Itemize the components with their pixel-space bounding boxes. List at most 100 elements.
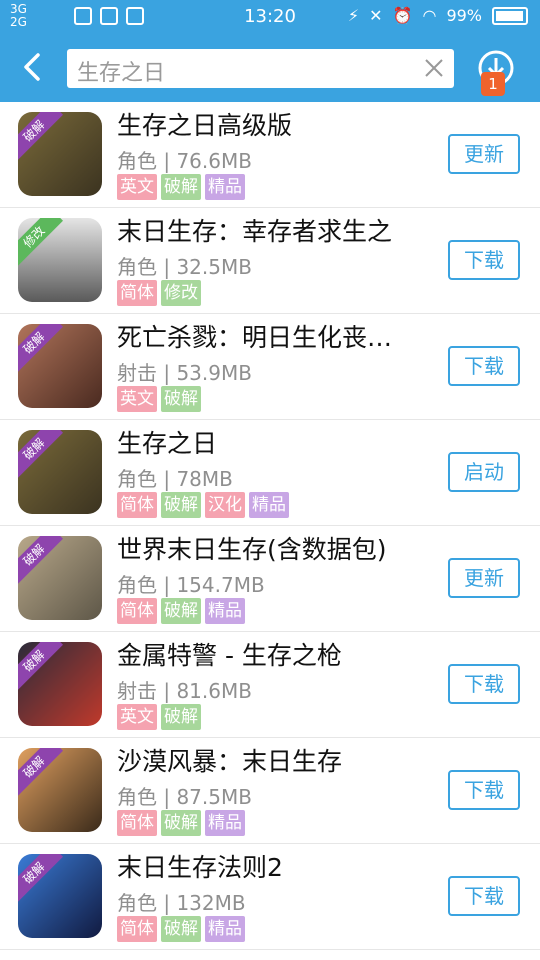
app-meta: 射击 | 53.9MB <box>117 357 252 386</box>
app-meta: 角色 | 32.5MB <box>117 251 252 280</box>
app-size: 132MB <box>176 891 246 915</box>
app-action-button[interactable]: 下载 <box>448 346 520 386</box>
ribbon-badge: 破解 <box>18 324 63 372</box>
app-size: 78MB <box>176 467 233 491</box>
ribbon-badge: 修改 <box>18 218 63 266</box>
app-name: 生存之日 <box>117 429 218 458</box>
meta-separator: | <box>157 149 177 173</box>
app-icon[interactable]: 破解 <box>18 324 102 408</box>
tag-badge: 简体 <box>117 810 157 836</box>
app-name: 死亡杀戮：明日生化丧… <box>117 323 393 352</box>
ribbon-badge: 破解 <box>18 112 63 160</box>
app-category: 射击 <box>117 361 157 385</box>
app-name: 金属特警 - 生存之枪 <box>117 641 342 670</box>
battery-percent: 99% <box>446 6 482 25</box>
mute-icon: ✕ <box>369 6 383 25</box>
app-icon[interactable]: 破解 <box>18 536 102 620</box>
app-list: 破解 生存之日高级版 角色 | 76.6MB 英文 破解 精品 更新 修改 末日生存：幸存者求生… <box>0 102 540 950</box>
tag-badge: 修改 <box>161 280 201 306</box>
app-category: 射击 <box>117 679 157 703</box>
ribbon-badge: 破解 <box>18 536 63 584</box>
meta-separator: | <box>157 891 177 915</box>
download-count-badge: 1 <box>481 72 505 96</box>
list-item[interactable]: 破解 世界末日生存(含数据包) 角色 | 154.7MB 简体 破解 精品 更新 <box>0 526 540 632</box>
app-action-button[interactable]: 更新 <box>448 558 520 598</box>
app-size: 76.6MB <box>176 149 252 173</box>
app-name: 末日生存法则2 <box>117 853 283 882</box>
search-input-text: 生存之日 <box>77 61 166 86</box>
tag-badge: 破解 <box>161 386 201 412</box>
tag-badge: 破解 <box>161 704 201 730</box>
app-size: 87.5MB <box>176 785 252 809</box>
app-icon[interactable]: 破解 <box>18 430 102 514</box>
app-icon[interactable]: 破解 <box>18 112 102 196</box>
tag-badge: 简体 <box>117 598 157 624</box>
app-action-button[interactable]: 下载 <box>448 876 520 916</box>
app-name: 末日生存：幸存者求生之 <box>117 217 393 246</box>
tag-badge: 破解 <box>161 916 201 942</box>
app-action-button[interactable]: 更新 <box>448 134 520 174</box>
app-category: 角色 <box>117 891 157 915</box>
search-header: 生存之日 1 <box>0 34 540 102</box>
ribbon-badge: 破解 <box>18 854 63 902</box>
meta-separator: | <box>157 573 177 597</box>
tag-badge: 破解 <box>161 598 201 624</box>
tag-badge: 英文 <box>117 386 157 412</box>
app-meta: 角色 | 132MB <box>117 887 246 916</box>
app-size: 53.9MB <box>176 361 252 385</box>
app-meta: 角色 | 87.5MB <box>117 781 252 810</box>
ribbon-badge: 破解 <box>18 642 63 690</box>
back-arrow-icon[interactable] <box>16 50 50 84</box>
wifi-icon: ◠ <box>422 6 437 25</box>
tag-badge: 精品 <box>205 598 245 624</box>
app-meta: 角色 | 78MB <box>117 463 233 492</box>
app-action-button[interactable]: 下载 <box>448 664 520 704</box>
tag-badge: 英文 <box>117 704 157 730</box>
app-meta: 角色 | 154.7MB <box>117 569 265 598</box>
clear-icon[interactable] <box>424 58 444 78</box>
app-tags: 简体 破解 汉化 精品 <box>117 492 289 518</box>
app-tags: 简体 破解 精品 <box>117 916 245 942</box>
app-name: 沙漠风暴：末日生存 <box>117 747 343 776</box>
app-category: 角色 <box>117 149 157 173</box>
alarm-icon: ⏰ <box>392 6 413 25</box>
app-icon[interactable]: 破解 <box>18 748 102 832</box>
app-tags: 简体 破解 精品 <box>117 810 245 836</box>
list-item[interactable]: 破解 生存之日高级版 角色 | 76.6MB 英文 破解 精品 更新 <box>0 102 540 208</box>
app-icon[interactable]: 破解 <box>18 854 102 938</box>
search-input[interactable]: 生存之日 <box>67 49 454 88</box>
tag-badge: 简体 <box>117 280 157 306</box>
ribbon-badge: 破解 <box>18 430 63 478</box>
list-item[interactable]: 破解 沙漠风暴：末日生存 角色 | 87.5MB 简体 破解 精品 下载 <box>0 738 540 844</box>
tag-badge: 简体 <box>117 492 157 518</box>
app-action-button[interactable]: 下载 <box>448 770 520 810</box>
ribbon-badge: 破解 <box>18 748 63 796</box>
tag-badge: 破解 <box>161 810 201 836</box>
tag-badge: 精品 <box>205 810 245 836</box>
app-category: 角色 <box>117 573 157 597</box>
app-meta: 射击 | 81.6MB <box>117 675 252 704</box>
app-tags: 英文 破解 <box>117 704 201 730</box>
app-size: 81.6MB <box>176 679 252 703</box>
list-item[interactable]: 破解 末日生存法则2 角色 | 132MB 简体 破解 精品 下载 <box>0 844 540 950</box>
list-item[interactable]: 修改 末日生存：幸存者求生之 角色 | 32.5MB 简体 修改 下载 <box>0 208 540 314</box>
tag-badge: 精品 <box>205 174 245 200</box>
list-item[interactable]: 破解 金属特警 - 生存之枪 射击 | 81.6MB 英文 破解 下载 <box>0 632 540 738</box>
battery-icon <box>492 6 528 25</box>
app-action-button[interactable]: 下载 <box>448 240 520 280</box>
next-row-partial <box>0 950 540 960</box>
meta-separator: | <box>157 361 177 385</box>
app-icon[interactable]: 破解 <box>18 642 102 726</box>
list-item[interactable]: 破解 死亡杀戮：明日生化丧… 射击 | 53.9MB 英文 破解 下载 <box>0 314 540 420</box>
app-category: 角色 <box>117 785 157 809</box>
app-name: 生存之日高级版 <box>117 111 293 140</box>
app-meta: 角色 | 76.6MB <box>117 145 252 174</box>
app-action-button[interactable]: 启动 <box>448 452 520 492</box>
list-item[interactable]: 破解 生存之日角色 | 78MB 简体 破解 汉化 精品 启动 <box>0 420 540 526</box>
app-icon[interactable]: 修改 <box>18 218 102 302</box>
tag-badge: 汉化 <box>205 492 245 518</box>
meta-separator: | <box>157 679 177 703</box>
meta-separator: | <box>157 467 177 491</box>
tag-badge: 精品 <box>205 916 245 942</box>
app-size: 154.7MB <box>176 573 265 597</box>
